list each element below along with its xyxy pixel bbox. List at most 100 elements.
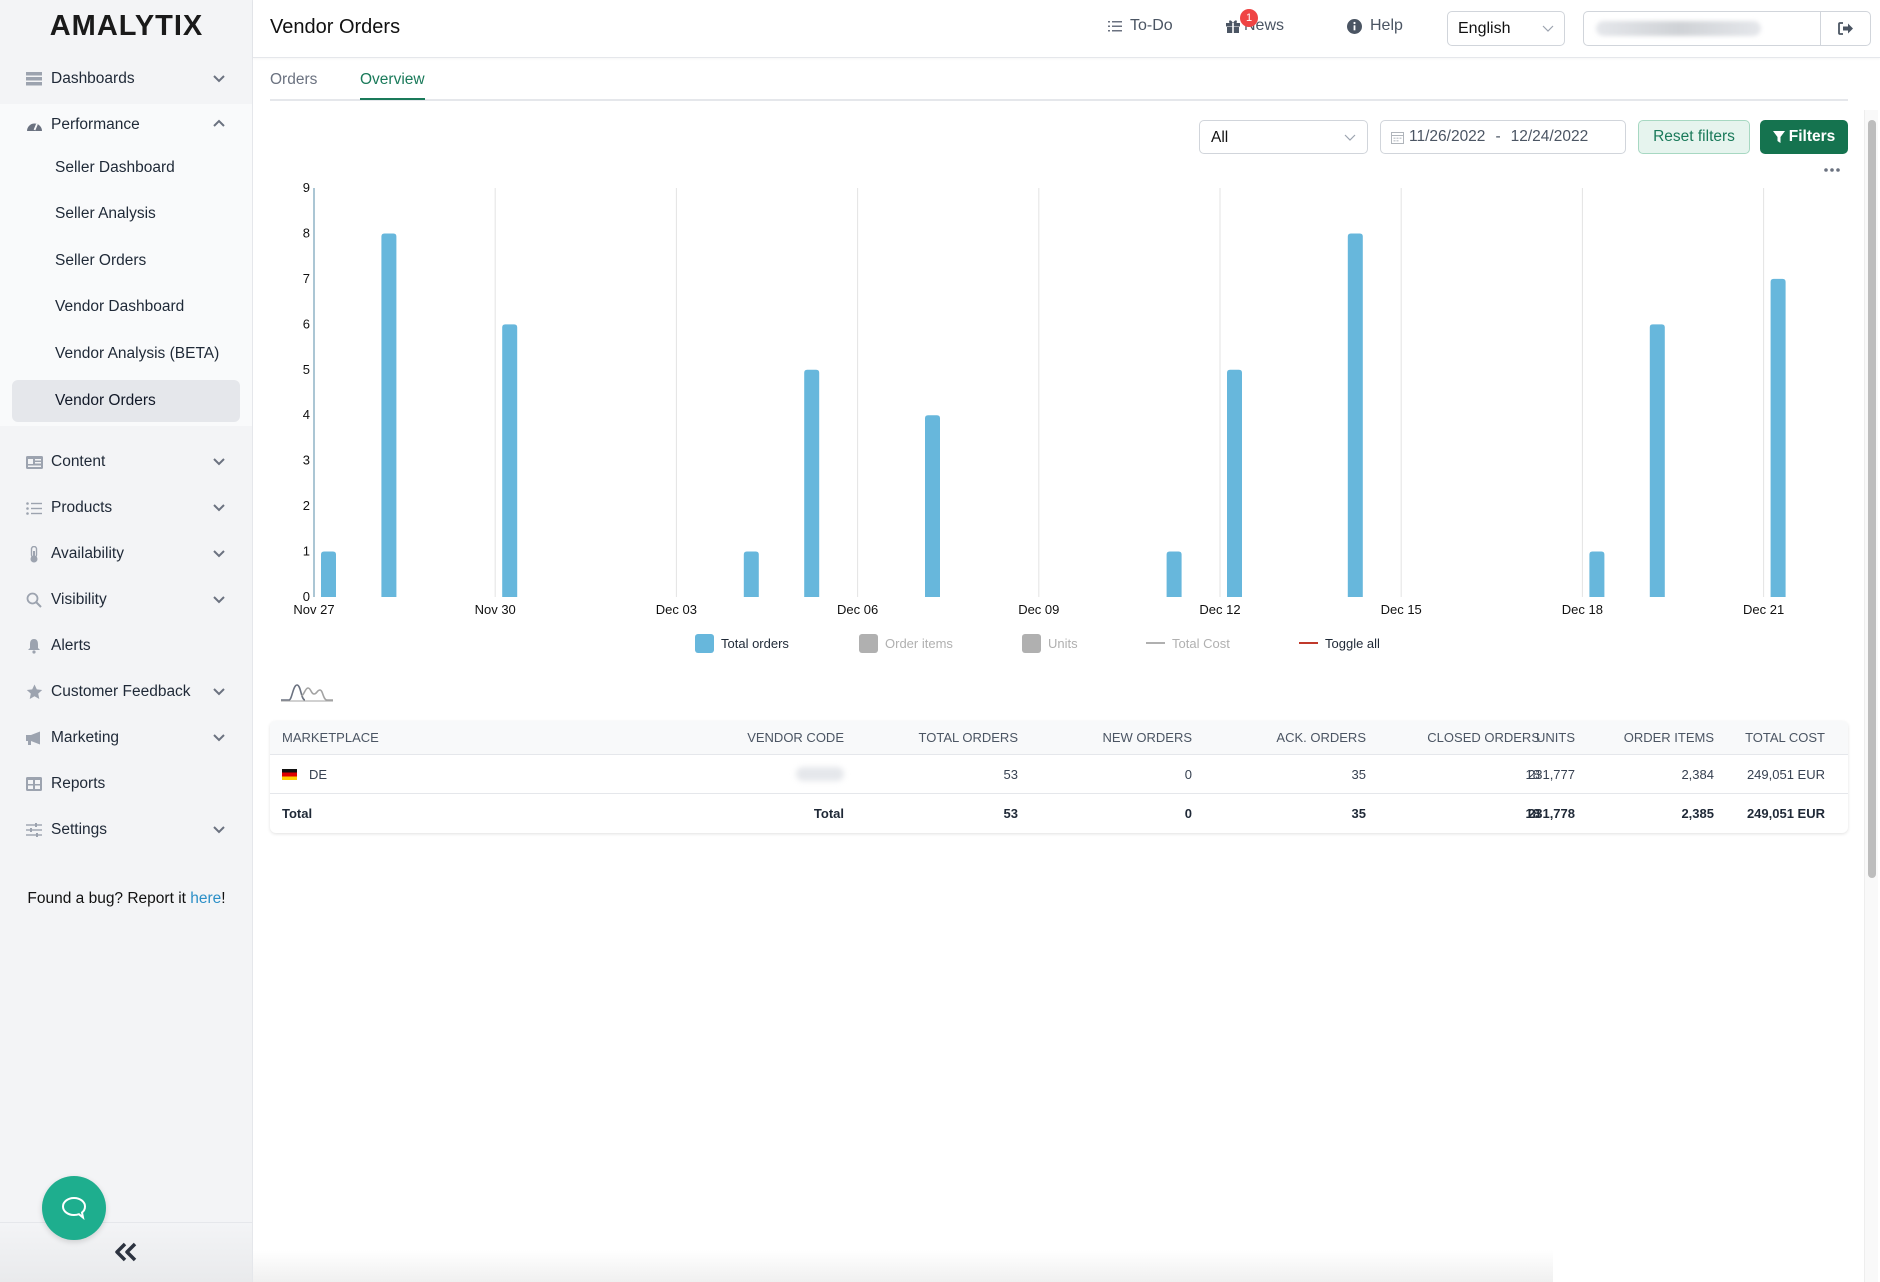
chart-type-toggle-icon[interactable] (279, 678, 335, 702)
chart-grid (494, 188, 1765, 597)
y-tick-label: 9 (303, 180, 310, 195)
sidebar-item-alerts[interactable]: Alerts (0, 623, 253, 669)
table-total-row: Total Total 53 0 35 18 2,385 231,778 249… (270, 794, 1848, 833)
sliders-icon (25, 821, 43, 839)
chat-bubble-icon (61, 1196, 87, 1220)
sidebar-item-seller-analysis[interactable]: Seller Analysis (12, 193, 240, 235)
legend-order-items[interactable]: Order items (859, 633, 953, 653)
bug-report-prefix: Found a bug? Report it (27, 890, 191, 907)
sidebar-item-availability[interactable]: Availability (0, 531, 253, 577)
y-axis-ticks: 0123456789 (303, 180, 310, 604)
top-header: Vendor Orders To-Do 1 News Help English (253, 0, 1880, 58)
sidebar-item-label: Availability (51, 545, 124, 562)
filters-button[interactable]: Filters (1760, 120, 1848, 154)
news-link[interactable]: 1 News (1226, 9, 1284, 35)
filters-label: Filters (1788, 128, 1836, 145)
bar-dec-18[interactable] (1589, 551, 1605, 597)
col-header-new-orders[interactable]: NEW ORDERS (1102, 721, 1192, 754)
star-icon (25, 683, 43, 701)
sidebar-item-dashboards[interactable]: Dashboards (0, 56, 253, 102)
sidebar-item-seller-dashboard[interactable]: Seller Dashboard (12, 147, 240, 189)
gauge-icon (25, 116, 43, 134)
legend-total-orders[interactable]: Total orders (695, 633, 789, 653)
todo-list-icon (1108, 20, 1122, 31)
chat-button[interactable] (42, 1176, 106, 1240)
bar-nov-28[interactable] (381, 233, 397, 597)
gift-icon (1226, 20, 1240, 33)
app-logo[interactable]: AMALYTIX (0, 10, 253, 43)
bar-dec-07[interactable] (925, 415, 940, 597)
news-badge: 1 (1240, 9, 1258, 27)
date-to: 12/24/2022 (1510, 128, 1589, 145)
bar-dec-21[interactable] (1770, 278, 1786, 597)
sidebar-item-vendor-orders[interactable]: Vendor Orders (12, 380, 240, 422)
sidebar-item-seller-orders[interactable]: Seller Orders (12, 240, 240, 282)
sidebar-item-products[interactable]: Products (0, 485, 253, 531)
sidebar-item-vendor-analysis[interactable]: Vendor Analysis (BETA) (12, 333, 240, 375)
bar-dec-05[interactable] (804, 369, 820, 597)
legend-label: Total orders (721, 635, 789, 651)
todo-link[interactable]: To-Do (1108, 17, 1173, 35)
x-tick-label: Dec 18 (1562, 602, 1603, 617)
tab-orders[interactable]: Orders (270, 71, 317, 98)
language-select[interactable]: English (1447, 11, 1565, 46)
sidebar: AMALYTIX Dashboards Performance Seller D… (0, 0, 253, 1282)
sidebar-item-label: Products (51, 499, 113, 516)
col-header-ack-orders[interactable]: ACK. ORDERS (1276, 721, 1366, 754)
cell-vendor-code: Total (813, 806, 844, 821)
col-header-total-orders[interactable]: TOTAL ORDERS (919, 721, 1018, 754)
sidebar-item-label: Content (51, 453, 106, 470)
y-tick-label: 7 (303, 271, 310, 286)
legend-toggle-all[interactable]: Toggle all (1299, 633, 1380, 653)
sidebar-item-customer-feedback[interactable]: Customer Feedback (0, 669, 253, 715)
bar-dec-19[interactable] (1649, 324, 1665, 597)
chevron-down-icon (213, 596, 225, 604)
bug-report-suffix: ! (221, 890, 226, 907)
scrollbar-thumb[interactable] (1868, 120, 1876, 878)
chevron-down-icon (213, 75, 225, 83)
bug-report-link[interactable]: here (190, 890, 221, 907)
marketplace-select[interactable]: All (1199, 120, 1368, 154)
logout-button[interactable] (1820, 12, 1870, 45)
bar-dec-12[interactable] (1227, 369, 1242, 597)
cell-new-orders: 0 (1184, 806, 1192, 821)
bar-dec-11[interactable] (1166, 551, 1182, 597)
id-card-icon (25, 453, 43, 471)
sidebar-item-marketing[interactable]: Marketing (0, 715, 253, 761)
user-account-box[interactable] (1583, 11, 1871, 46)
sidebar-item-label: Customer Feedback (51, 683, 191, 700)
cell-total-cost: 249,051 EUR (1746, 806, 1825, 821)
cell-total-orders: 53 (1003, 806, 1018, 821)
bar-dec-14[interactable] (1347, 233, 1363, 597)
thermometer-icon (25, 545, 43, 563)
reset-filters-button[interactable]: Reset filters (1638, 120, 1750, 154)
bar-nov-27[interactable] (321, 551, 336, 597)
sidebar-item-vendor-dashboard[interactable]: Vendor Dashboard (12, 286, 240, 328)
calendar-icon (1391, 131, 1404, 144)
collapse-sidebar-icon[interactable] (112, 1240, 140, 1264)
table-row[interactable]: DE 53 0 35 18 2,384 231,777 249,051 EUR (270, 755, 1848, 794)
cell-vendor-code (796, 755, 844, 793)
legend-units[interactable]: Units (1022, 633, 1078, 653)
sidebar-item-reports[interactable]: Reports (0, 761, 253, 807)
col-header-vendor-code[interactable]: VENDOR CODE (747, 721, 844, 754)
filter-icon (1772, 130, 1785, 143)
bar-dec-04[interactable] (743, 551, 759, 597)
x-tick-label: Dec 12 (1199, 602, 1240, 617)
col-header-total-cost[interactable]: TOTAL COST (1575, 721, 1825, 754)
y-tick-label: 6 (303, 316, 310, 331)
help-link[interactable]: Help (1347, 17, 1403, 35)
legend-swatch (1022, 633, 1041, 653)
bar-nov-30[interactable] (502, 324, 518, 597)
date-range-input[interactable]: 11/26/2022 - 12/24/2022 (1380, 120, 1626, 154)
col-header-marketplace[interactable]: MARKETPLACE (282, 721, 379, 754)
col-header-units[interactable]: UNITS (1370, 721, 1575, 754)
sidebar-item-content[interactable]: Content (0, 439, 253, 485)
bell-icon (25, 637, 43, 655)
sidebar-item-performance[interactable]: Performance (0, 102, 253, 148)
page-scrollbar[interactable] (1864, 110, 1878, 1282)
sidebar-item-visibility[interactable]: Visibility (0, 577, 253, 623)
legend-total-cost[interactable]: Total Cost (1146, 633, 1230, 653)
sidebar-item-settings[interactable]: Settings (0, 807, 253, 853)
tab-overview[interactable]: Overview (360, 71, 425, 100)
